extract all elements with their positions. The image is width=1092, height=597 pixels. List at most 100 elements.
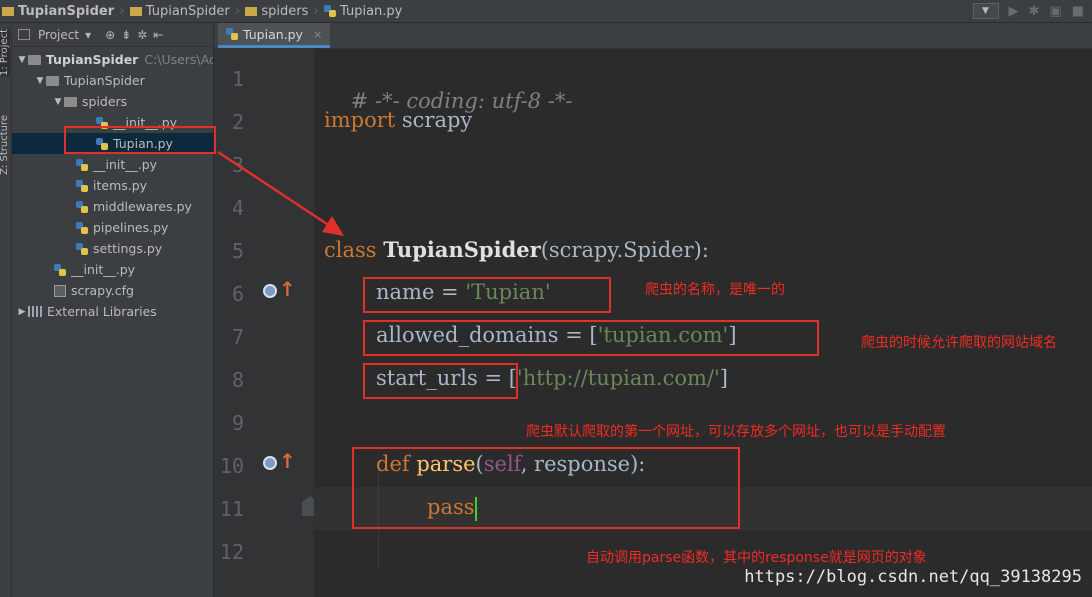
config-file-icon	[54, 284, 66, 297]
breadcrumb-package[interactable]: TupianSpider	[128, 0, 234, 22]
tree-item-label: __init__.py	[93, 157, 158, 172]
project-tool-tab[interactable]: 1: Project	[0, 29, 10, 77]
dropdown-arrow-icon[interactable]: ▾	[85, 28, 91, 42]
annotation-box-parse	[352, 447, 740, 529]
project-panel: Project ▾ ⊕ ⇟ ✲ ⇤ ▼ TupianSpider C:\User…	[12, 23, 214, 597]
up-arrow-icon: ↑	[279, 277, 296, 301]
breadcrumb-label: Tupian.py	[340, 3, 403, 19]
project-view-selector[interactable]: Project	[38, 28, 79, 42]
line-number: 7	[231, 325, 244, 349]
code-line-5: class TupianSpider(scrapy.Spider):	[324, 237, 709, 262]
python-file-icon	[226, 28, 238, 40]
sync-icon[interactable]: ⊕	[105, 28, 115, 42]
code-editor[interactable]: 1 2 3 4 5 6 7 8 9 10 11 12 ↑ ↑ # -*- cod…	[214, 49, 1092, 597]
tree-item-pipelines-py[interactable]: pipelines.py	[12, 217, 213, 238]
python-file-icon	[76, 179, 88, 192]
python-file-icon	[54, 263, 66, 276]
annotation-box-urls	[363, 363, 518, 399]
collapse-all-icon[interactable]: ⇟	[121, 28, 131, 42]
tree-item-label: middlewares.py	[93, 199, 192, 214]
tree-item-spiders[interactable]: ▼ spiders	[12, 91, 213, 112]
annotation-box-file	[64, 126, 216, 154]
folder-icon	[64, 96, 77, 107]
editor-tabs: Tupian.py ×	[214, 23, 1092, 49]
coverage-icon[interactable]: ▣	[1049, 4, 1061, 19]
hide-panel-icon[interactable]: ⇤	[153, 28, 163, 42]
breadcrumb-label: spiders	[261, 3, 309, 19]
tab-tupian-py[interactable]: Tupian.py ×	[218, 23, 331, 48]
tree-item-label: scrapy.cfg	[71, 283, 134, 298]
up-arrow-icon: ↑	[279, 449, 296, 473]
base-class: (scrapy.Spider):	[540, 238, 709, 262]
class-name: TupianSpider	[383, 237, 541, 262]
tree-item-label: spiders	[82, 94, 128, 109]
run-toolbar: ▼ ▶ ✱ ▣ ■	[972, 0, 1092, 22]
line-number: 2	[231, 110, 244, 134]
structure-tool-tab[interactable]: Z: Structure	[0, 115, 10, 175]
line-number: 11	[219, 497, 244, 521]
annotation-name-note: 爬虫的名称，是唯一的	[645, 282, 785, 298]
breadcrumb-separator-icon: ›	[313, 3, 319, 19]
keyword-class: class	[324, 238, 384, 262]
tree-item-label: items.py	[93, 178, 148, 193]
folder-icon	[129, 6, 142, 16]
tree-item-settings-py[interactable]: settings.py	[12, 238, 213, 259]
folder-icon	[245, 6, 258, 16]
navigation-bar: TupianSpider › TupianSpider › spiders › …	[0, 0, 1092, 23]
breadcrumb-separator-icon: ›	[234, 3, 241, 19]
annotation-box-domains	[363, 320, 819, 356]
expand-arrow-icon[interactable]: ▼	[16, 55, 28, 65]
run-config-dropdown[interactable]: ▼	[972, 3, 999, 19]
tree-item-label: __init__.py	[71, 262, 136, 277]
line-number: 1	[231, 67, 244, 91]
close-icon[interactable]: ×	[313, 28, 322, 41]
tree-item-label: External Libraries	[47, 304, 157, 319]
tool-window-strip: 1: Project Z: Structure	[0, 23, 12, 597]
python-file-icon	[324, 5, 336, 17]
line-number: 6	[231, 282, 244, 306]
watermark: https://blog.csdn.net/qq_39138295	[744, 567, 1082, 587]
tree-item-package-init[interactable]: __init__.py	[12, 154, 213, 175]
expand-arrow-icon[interactable]: ▼	[34, 76, 46, 86]
tree-item-items-py[interactable]: items.py	[12, 175, 213, 196]
breadcrumb-label: TupianSpider	[18, 3, 115, 19]
tree-item-label: TupianSpider	[64, 73, 145, 88]
tree-item-label: pipelines.py	[93, 220, 169, 235]
stop-icon[interactable]: ■	[1072, 4, 1084, 19]
line-number: 8	[231, 368, 244, 392]
line-number: 12	[219, 540, 244, 564]
breadcrumb-spiders[interactable]: spiders	[243, 0, 312, 22]
tree-item-label: settings.py	[93, 241, 163, 256]
python-file-icon	[76, 242, 88, 255]
expand-arrow-icon[interactable]: ▼	[52, 97, 64, 107]
line-number: 5	[231, 239, 244, 263]
line-number: 9	[231, 411, 244, 435]
tree-item-root-init[interactable]: __init__.py	[12, 259, 213, 280]
folder-icon	[46, 75, 59, 86]
project-view-icon	[18, 29, 30, 40]
breadcrumb-label: TupianSpider	[145, 3, 230, 19]
run-icon[interactable]: ▶	[1009, 4, 1019, 19]
debug-icon[interactable]: ✱	[1029, 4, 1040, 19]
bracket: ]	[719, 366, 728, 390]
tree-item-external-libraries[interactable]: ▶ External Libraries	[12, 301, 213, 322]
tree-item-root[interactable]: ▼ TupianSpider C:\Users\Ad	[12, 49, 214, 70]
settings-gear-icon[interactable]: ✲	[137, 28, 147, 42]
line-number: 3	[231, 153, 244, 177]
annotation-parse-note: 自动调用parse函数，其中的response就是网页的对象	[586, 550, 927, 566]
tree-item-middlewares-py[interactable]: middlewares.py	[12, 196, 213, 217]
override-marker-icon[interactable]	[263, 456, 277, 470]
breadcrumb-file[interactable]: Tupian.py	[322, 0, 406, 22]
keyword-import: import	[324, 108, 396, 132]
line-number: 10	[219, 454, 244, 478]
override-marker-icon[interactable]	[263, 284, 277, 298]
folder-icon	[27, 54, 41, 65]
breadcrumb-project[interactable]: TupianSpider	[0, 0, 118, 22]
collapse-arrow-icon[interactable]: ▶	[16, 307, 28, 317]
tree-item-scrapy-cfg[interactable]: scrapy.cfg	[12, 280, 213, 301]
python-file-icon	[76, 158, 88, 171]
tree-item-label: TupianSpider	[45, 52, 139, 67]
module-name: scrapy	[395, 108, 473, 132]
project-path: C:\Users\Ad	[144, 52, 214, 67]
tree-item-package[interactable]: ▼ TupianSpider	[12, 70, 213, 91]
